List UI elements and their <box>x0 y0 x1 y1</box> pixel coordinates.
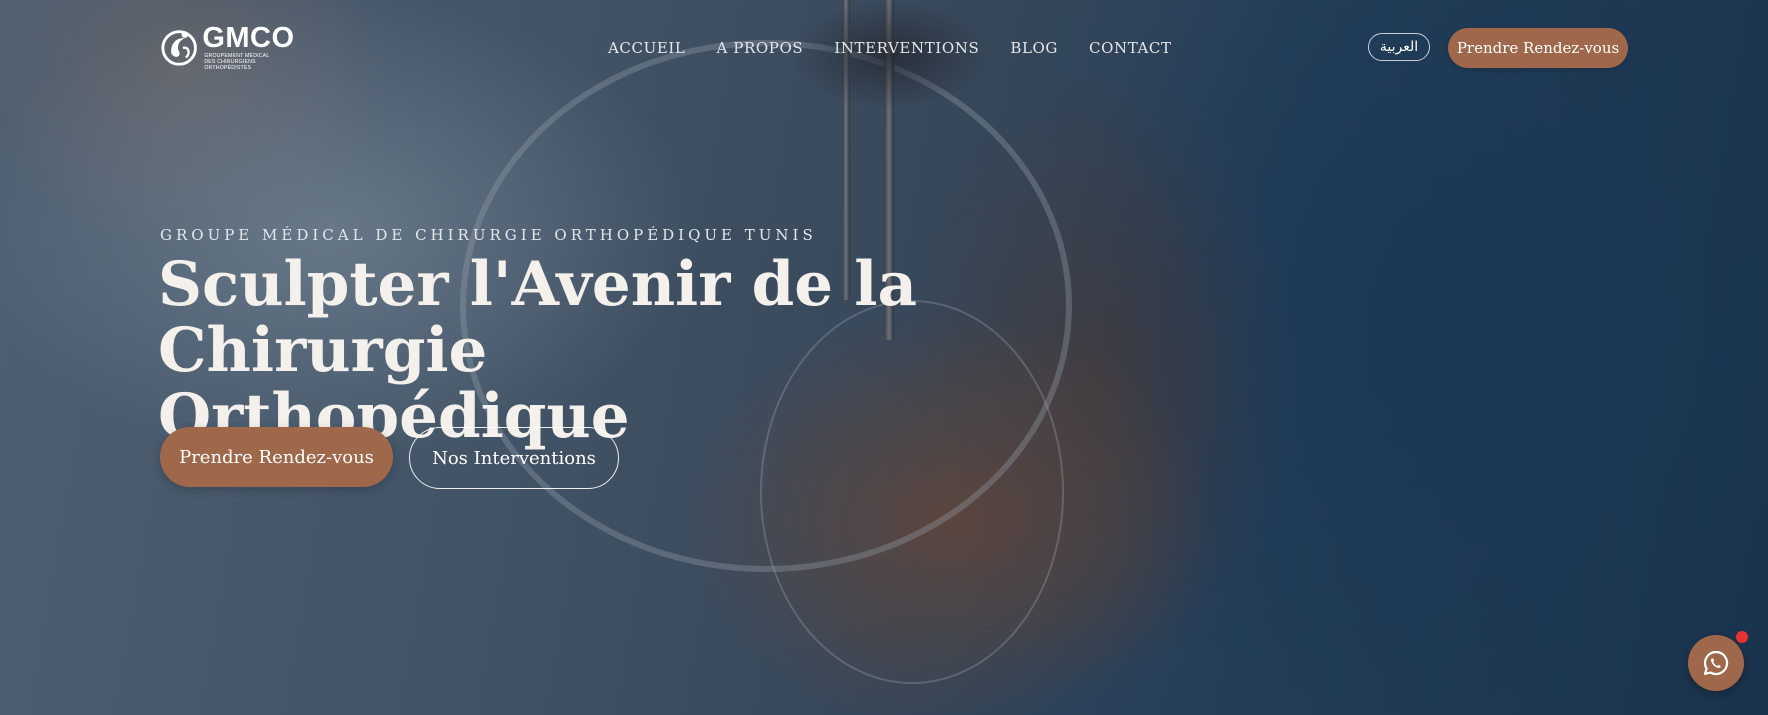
nav-item-blog[interactable]: BLOG <box>1010 36 1058 60</box>
site-header: GMCO GROUPEMENT MÉDICAL DES CHIRURGIENS … <box>0 0 1768 96</box>
logo-text: GMCO GROUPEMENT MÉDICAL DES CHIRURGIENS … <box>202 23 300 71</box>
whatsapp-chat-button[interactable] <box>1688 635 1744 691</box>
hero-section: GMCO GROUPEMENT MÉDICAL DES CHIRURGIENS … <box>0 0 1768 715</box>
logo[interactable]: GMCO GROUPEMENT MÉDICAL DES CHIRURGIENS … <box>160 22 300 72</box>
hero-title-line1: Sculpter l'Avenir de la <box>158 249 917 320</box>
interventions-button[interactable]: Nos Interventions <box>409 427 619 489</box>
nav-item-a-propos[interactable]: A PROPOS <box>716 36 803 60</box>
notification-dot <box>1736 631 1748 643</box>
hero-title: Sculpter l'Avenir de la Chirurgie Orthop… <box>158 252 938 450</box>
whatsapp-icon <box>1703 650 1729 676</box>
main-nav: ACCUEIL A PROPOS INTERVENTIONS BLOG CONT… <box>608 36 1203 60</box>
logo-subtitle-line2: DES CHIRURGIENS ORTHOPÉDISTES <box>204 59 256 71</box>
logo-name: GMCO <box>202 22 295 54</box>
appointment-button[interactable]: Prendre Rendez-vous <box>160 427 393 487</box>
nav-item-interventions[interactable]: INTERVENTIONS <box>834 36 979 60</box>
nav-item-accueil[interactable]: ACCUEIL <box>608 36 685 60</box>
header-appointment-button[interactable]: Prendre Rendez-vous <box>1448 28 1628 68</box>
logo-mark-icon <box>161 30 197 66</box>
nav-item-contact[interactable]: CONTACT <box>1089 36 1172 60</box>
language-switch-button[interactable]: العربية <box>1368 33 1430 61</box>
hero-eyebrow: GROUPE MÉDICAL DE CHIRURGIE ORTHOPÉDIQUE… <box>160 226 817 244</box>
